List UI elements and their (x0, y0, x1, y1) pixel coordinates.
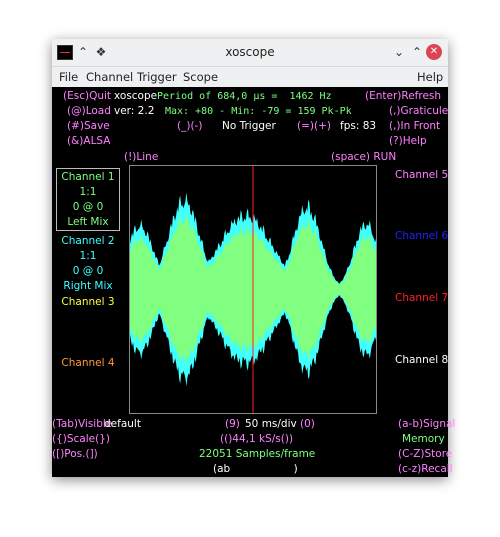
trigger-key-left[interactable]: (_)(-) (177, 120, 202, 133)
channel-3-label[interactable]: Channel 3 (56, 296, 120, 309)
pos-key[interactable]: ([)Pos.(]) (52, 448, 98, 461)
period-readout: Period of 684,0 µs = 1462 Hz (157, 91, 332, 102)
title-bar: ⌃ ❖ xoscope ⌄ ⌃ ✕ (52, 39, 448, 67)
waveform-svg (130, 166, 376, 413)
refresh-key[interactable]: (Enter)Refresh (365, 90, 441, 103)
timebase-label: 50 ms/div (245, 418, 297, 430)
channel-2-label[interactable]: Channel 2 (56, 235, 120, 248)
menu-channel[interactable]: Channel (86, 70, 133, 84)
trigger-key-right[interactable]: (=)(+) (297, 120, 331, 133)
infront-key[interactable]: (,)In Front (389, 120, 440, 133)
trigger-mode-label: No Trigger (222, 120, 276, 132)
recall-key[interactable]: (c-z)Recall (398, 463, 453, 476)
menu-help[interactable]: Help (417, 70, 443, 84)
maximize-icon[interactable]: ⌃ (408, 43, 426, 61)
line-key[interactable]: (!)Line (124, 151, 158, 164)
samples-label: 22051 Samples/frame (199, 448, 316, 460)
graticule-key[interactable]: (,)Graticule (389, 105, 448, 118)
timebase-key-right[interactable]: (0) (300, 418, 315, 431)
menu-trigger[interactable]: Trigger (137, 70, 177, 84)
scale-key[interactable]: ({)Scale(}) (52, 433, 110, 446)
timebase-key-left[interactable]: (9) (225, 418, 240, 431)
signal-key[interactable]: (a-b)Signal (398, 418, 455, 431)
xoscope-window: ⌃ ❖ xoscope ⌄ ⌃ ✕ File Channel Trigger S… (52, 39, 455, 477)
save-key[interactable]: (#)Save (67, 120, 110, 133)
window-title: xoscope (225, 45, 275, 59)
version-label: ver: 2.2 (114, 105, 155, 117)
channel-8-label[interactable]: Channel 8 (395, 354, 448, 367)
scope-display: (Esc)Quit xoscope Period of 684,0 µs = 1… (52, 87, 455, 477)
math-field[interactable]: (ab ) (213, 463, 298, 476)
channel-1-scale: 1:1 (79, 186, 97, 198)
menu-scope[interactable]: Scope (183, 70, 218, 84)
app-name-label: xoscope (114, 90, 158, 102)
channel-2-pos: 0 @ 0 (72, 265, 104, 277)
memory-label: Memory (402, 433, 445, 445)
store-key[interactable]: (C-Z)Store (398, 448, 452, 461)
help-key[interactable]: (?)Help (389, 135, 427, 148)
run-key[interactable]: (space) RUN (331, 151, 396, 164)
channel-5-label[interactable]: Channel 5 (395, 169, 448, 182)
channel-1-pos: 0 @ 0 (72, 201, 104, 213)
channel-4-label[interactable]: Channel 4 (56, 357, 120, 370)
channel-6-label[interactable]: Channel 6 (395, 230, 448, 243)
visible-value: default (104, 418, 141, 430)
menu-file[interactable]: File (59, 70, 78, 84)
channel-2-scale: 1:1 (79, 250, 97, 262)
fps-label: fps: 83 (340, 120, 377, 132)
quit-key[interactable]: (Esc)Quit (63, 90, 111, 103)
channel-1-source: Left Mix (67, 216, 109, 228)
menu-bar: File Channel Trigger Scope Help (52, 67, 448, 87)
waveform-graph[interactable] (129, 165, 377, 414)
close-icon[interactable]: ✕ (426, 44, 442, 60)
alsa-key[interactable]: (&)ALSA (67, 135, 110, 148)
load-key[interactable]: (@)Load (67, 105, 111, 118)
channel-1-label[interactable]: Channel 1 (56, 171, 120, 184)
maxmin-readout: Max: +80 - Min: -79 = 159 Pk-Pk (165, 106, 352, 117)
rate-label[interactable]: (()44,1 kS/s()) (220, 433, 293, 446)
minimize-icon[interactable]: ⌄ (390, 43, 408, 61)
channel-7-label[interactable]: Channel 7 (395, 292, 448, 305)
channel-2-source: Right Mix (63, 280, 113, 292)
